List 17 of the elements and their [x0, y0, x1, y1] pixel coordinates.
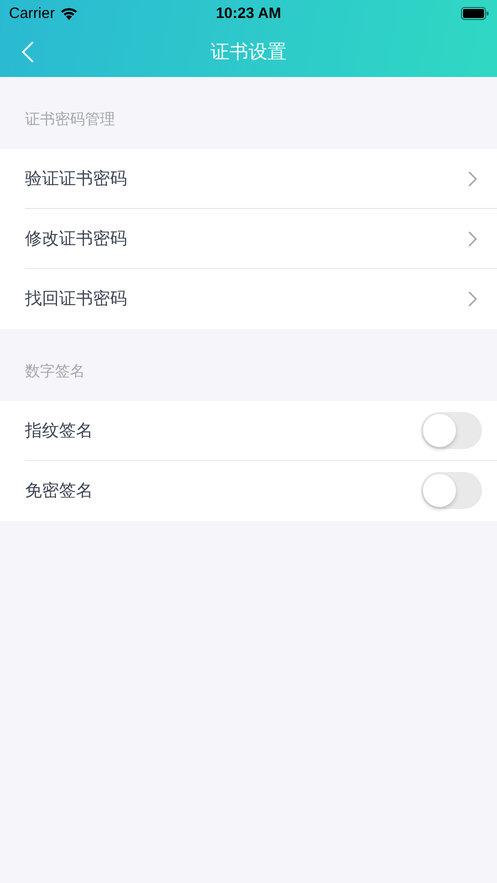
page-title: 证书设置: [210, 41, 286, 63]
section-header: 证书密码管理: [25, 110, 115, 128]
section-header: 数字签名: [25, 362, 85, 380]
wifi-icon: [60, 7, 78, 20]
chevron-right-icon: [468, 230, 477, 246]
clock-time: 10:23 AM: [216, 5, 282, 22]
setting-label: 免密签名: [25, 480, 94, 502]
setting-label: 找回证书密码: [25, 288, 128, 310]
toggle-switch[interactable]: [421, 472, 482, 509]
toggle-switch[interactable]: [421, 412, 482, 449]
battery-icon: [461, 7, 489, 20]
chevron-right-icon: [468, 290, 477, 306]
carrier-label: Carrier: [9, 5, 55, 22]
setting-label: 修改证书密码: [25, 228, 128, 250]
setting-label: 验证证书密码: [25, 168, 128, 190]
chevron-right-icon: [468, 170, 477, 186]
setting-label: 指纹签名: [25, 420, 94, 442]
